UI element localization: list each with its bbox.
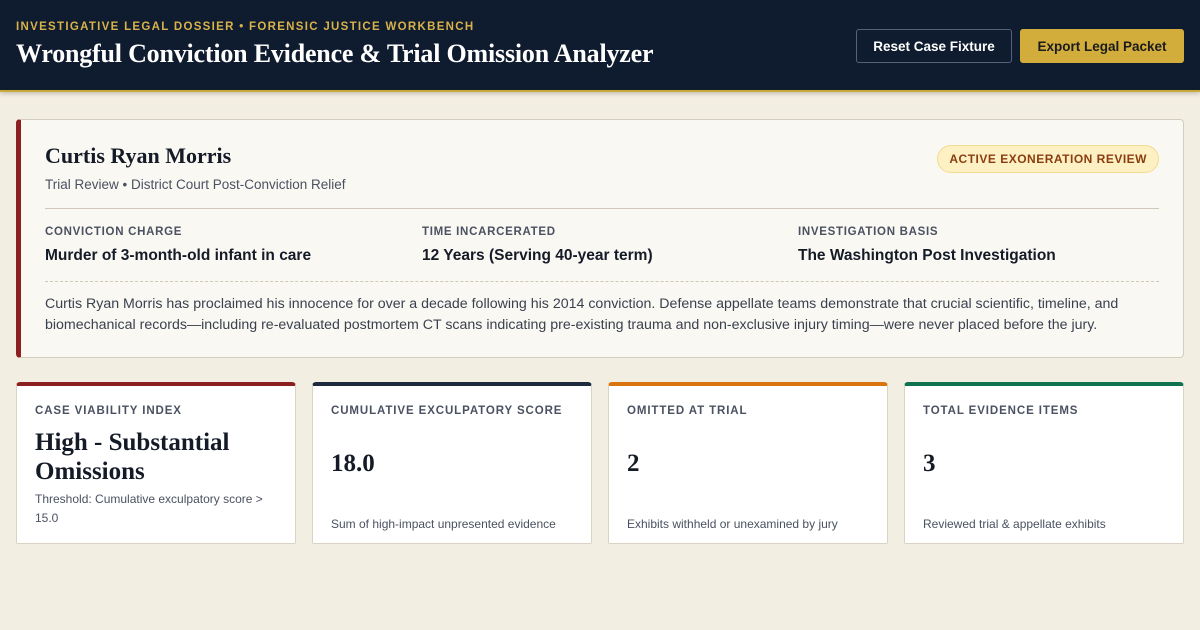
export-packet-button[interactable]: Export Legal Packet bbox=[1020, 29, 1184, 63]
stat-note: Threshold: Cumulative exculpatory score … bbox=[35, 492, 263, 525]
app-title: Wrongful Conviction Evidence & Trial Omi… bbox=[16, 39, 654, 68]
fact-label: INVESTIGATION BASIS bbox=[798, 226, 939, 238]
stat-card-total-evidence: TOTAL EVIDENCE ITEMS 3 Reviewed trial & … bbox=[904, 382, 1184, 544]
stat-value: 2 bbox=[627, 450, 640, 477]
defendant-name: Curtis Ryan Morris bbox=[45, 143, 232, 168]
stat-value: 3 bbox=[923, 450, 936, 477]
case-summary-card: Curtis Ryan Morris Trial Review • Distri… bbox=[16, 119, 1184, 358]
fact-time-incarcerated: TIME INCARCERATED 12 Years (Serving 40-y… bbox=[422, 226, 653, 265]
divider-dashed bbox=[45, 281, 1159, 282]
stat-label: CASE VIABILITY INDEX bbox=[35, 405, 182, 417]
stat-value: High - Substantial Omissions bbox=[35, 429, 230, 485]
fact-value: Murder of 3-month-old infant in care bbox=[45, 247, 312, 264]
fact-investigation-basis: INVESTIGATION BASIS The Washington Post … bbox=[798, 226, 1056, 265]
fact-label: TIME INCARCERATED bbox=[422, 226, 556, 238]
app-header: INVESTIGATIVE LEGAL DOSSIER • FORENSIC J… bbox=[0, 0, 1200, 92]
stat-card-exculpatory-score: CUMULATIVE EXCULPATORY SCORE 18.0 Sum of… bbox=[312, 382, 592, 544]
reset-case-button[interactable]: Reset Case Fixture bbox=[856, 29, 1012, 63]
fact-label: CONVICTION CHARGE bbox=[45, 226, 183, 238]
status-badge: ACTIVE EXONERATION REVIEW bbox=[937, 145, 1159, 173]
stat-note: Reviewed trial & appellate exhibits bbox=[923, 517, 1106, 531]
stat-note: Sum of high-impact unpresented evidence bbox=[331, 517, 556, 531]
divider bbox=[45, 208, 1159, 209]
stat-label: TOTAL EVIDENCE ITEMS bbox=[923, 405, 1079, 417]
stat-value: 18.0 bbox=[331, 450, 375, 477]
fact-conviction-charge: CONVICTION CHARGE Murder of 3-month-old … bbox=[45, 226, 311, 265]
fact-value: 12 Years (Serving 40-year term) bbox=[422, 247, 653, 264]
stat-card-omitted: OMITTED AT TRIAL 2 Exhibits withheld or … bbox=[608, 382, 888, 544]
header-eyebrow: INVESTIGATIVE LEGAL DOSSIER • FORENSIC J… bbox=[16, 21, 475, 33]
stat-label: OMITTED AT TRIAL bbox=[627, 405, 748, 417]
case-subtitle: Trial Review • District Court Post-Convi… bbox=[45, 177, 346, 192]
case-description: Curtis Ryan Morris has proclaimed his in… bbox=[45, 296, 1119, 333]
stat-card-viability: CASE VIABILITY INDEX High - Substantial … bbox=[16, 382, 296, 544]
fact-value: The Washington Post Investigation bbox=[798, 247, 1056, 264]
stat-note: Exhibits withheld or unexamined by jury bbox=[627, 517, 838, 531]
stat-label: CUMULATIVE EXCULPATORY SCORE bbox=[331, 405, 563, 417]
